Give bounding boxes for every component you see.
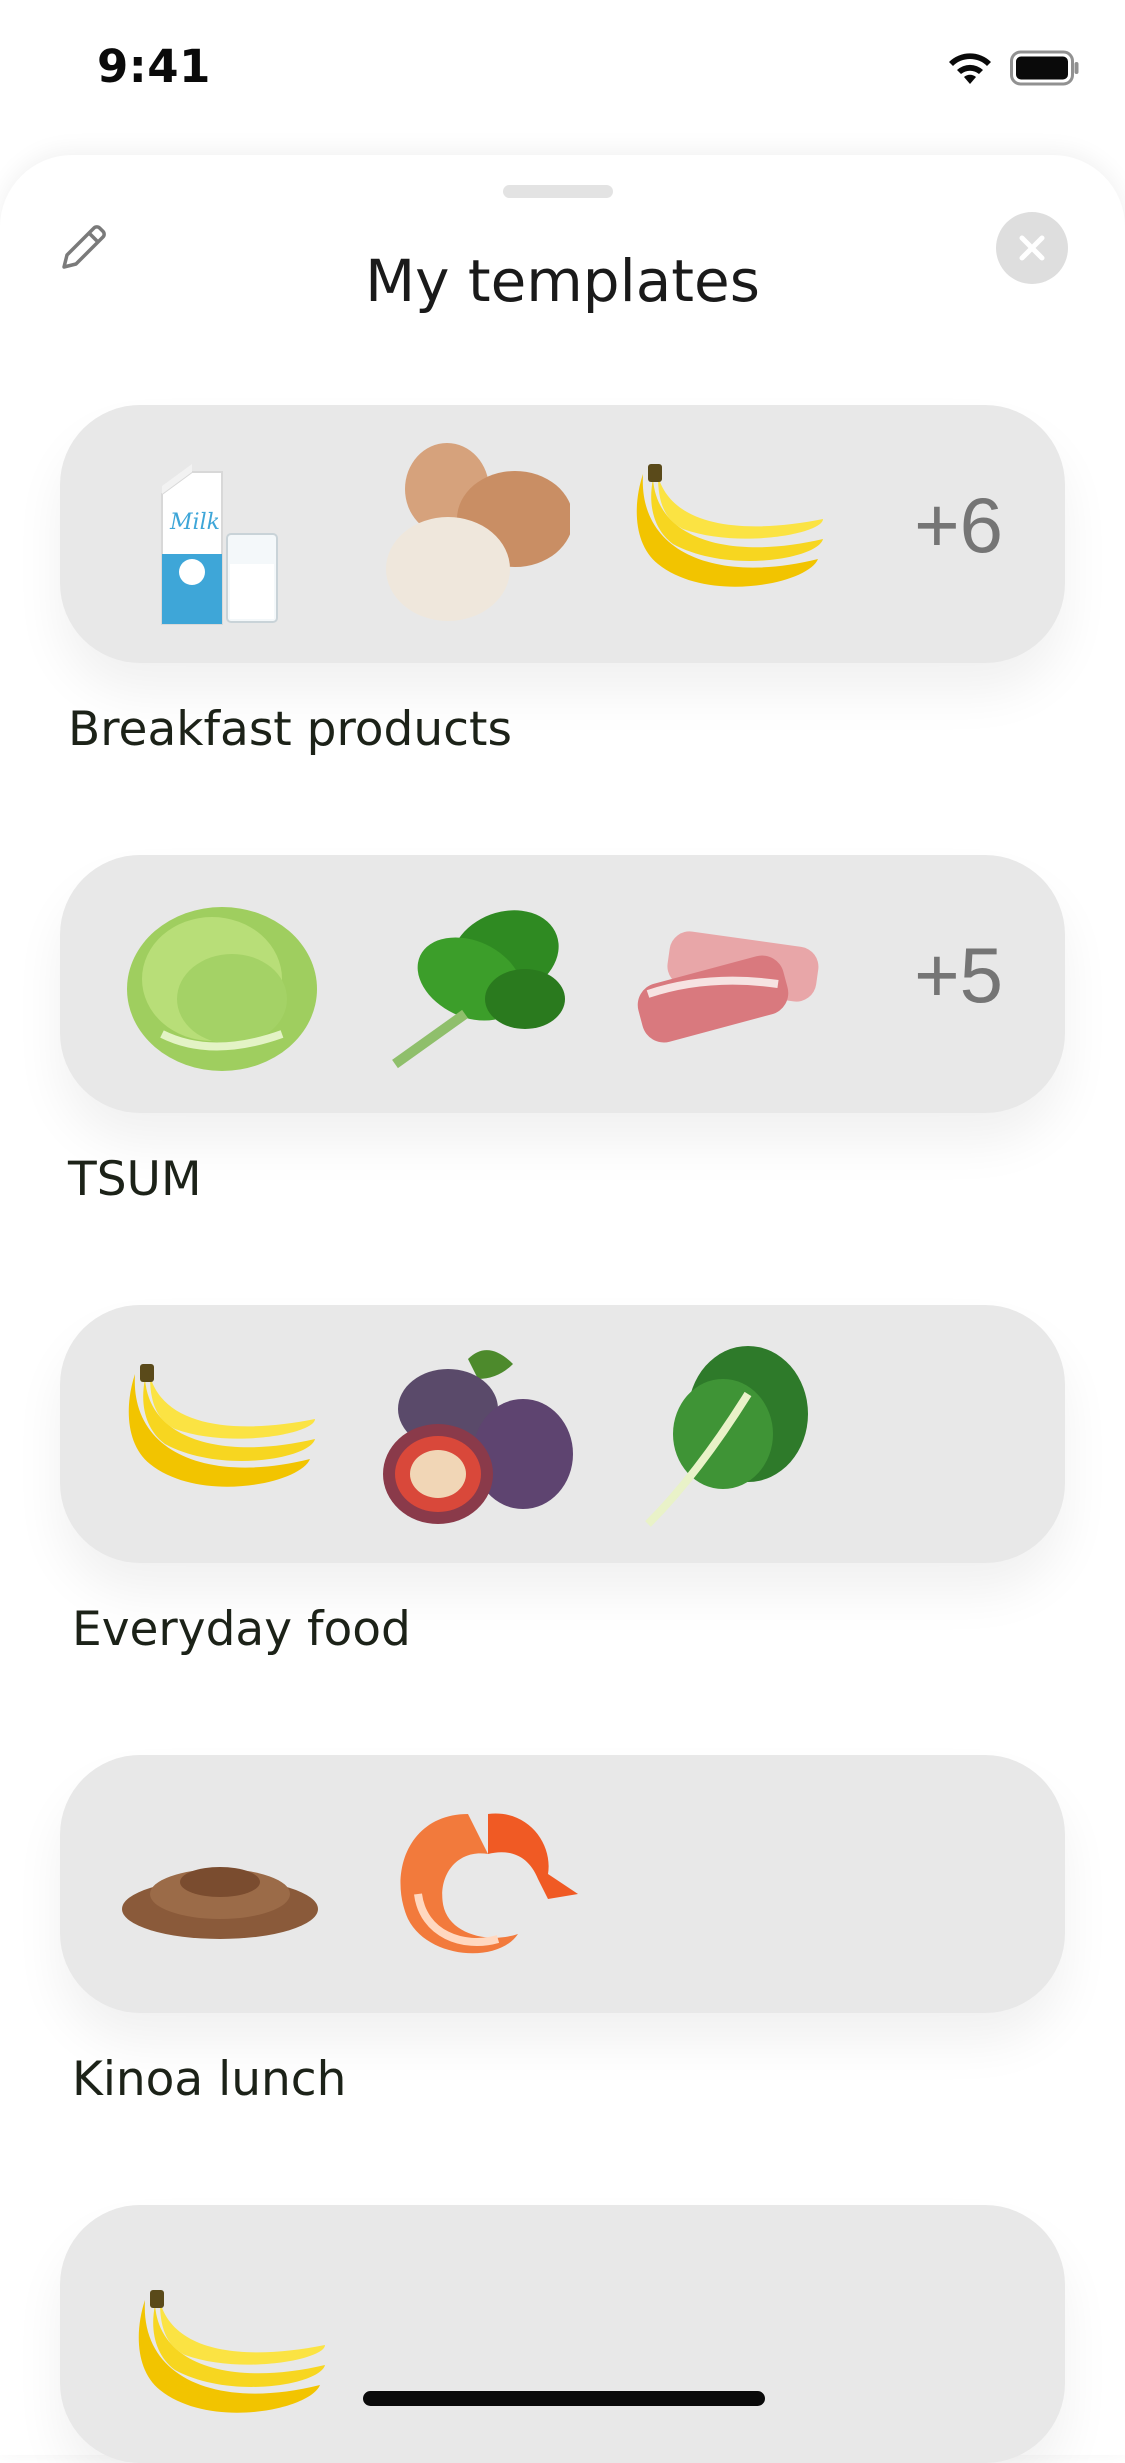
wifi-icon <box>949 53 991 84</box>
svg-text:Milk: Milk <box>169 510 220 535</box>
bacon-icon <box>628 884 828 1084</box>
spinach-icon <box>375 884 575 1084</box>
close-icon <box>1019 235 1045 261</box>
status-time: 9:41 <box>97 40 211 93</box>
template-item[interactable]: Kinoa lunch <box>60 1755 1065 2107</box>
milk-carton-glass-icon: Milk <box>122 434 322 634</box>
bananas-icon <box>130 2260 330 2460</box>
page-title: My templates <box>365 247 760 315</box>
template-card[interactable] <box>60 1305 1065 1563</box>
template-item[interactable]: Everyday food <box>60 1305 1065 1657</box>
template-item[interactable]: Milk +6 Breakfast products <box>60 405 1065 757</box>
battery-icon <box>1010 50 1079 86</box>
status-bar: 9:41 <box>0 0 1125 140</box>
template-name: TSUM <box>68 1152 202 1207</box>
template-item[interactable] <box>60 2205 1065 2463</box>
lettuce-icon <box>122 884 322 1084</box>
template-name: Kinoa lunch <box>72 2052 347 2107</box>
shrimp-icon <box>378 1784 578 1984</box>
template-name: Breakfast products <box>68 702 512 757</box>
more-count: +5 <box>914 931 1003 1019</box>
templates-sheet: My templates Milk +6 Breakfast products … <box>0 155 1125 2463</box>
chard-icon <box>628 1334 828 1534</box>
more-count: +6 <box>914 481 1003 569</box>
template-card[interactable] <box>60 2205 1065 2463</box>
home-indicator[interactable] <box>363 2391 765 2406</box>
sheet-grabber[interactable] <box>503 185 613 198</box>
template-card[interactable]: Milk +6 <box>60 405 1065 663</box>
eggs-icon <box>370 434 570 634</box>
close-button[interactable] <box>996 212 1068 284</box>
figs-icon <box>378 1334 578 1534</box>
template-card[interactable]: +5 <box>60 855 1065 1113</box>
template-name: Everyday food <box>72 1602 411 1657</box>
template-item[interactable]: +5 TSUM <box>60 855 1065 1207</box>
buckwheat-icon <box>120 1784 320 1984</box>
bananas-icon <box>120 1334 320 1534</box>
template-card[interactable] <box>60 1755 1065 2013</box>
bananas-icon <box>628 434 828 634</box>
